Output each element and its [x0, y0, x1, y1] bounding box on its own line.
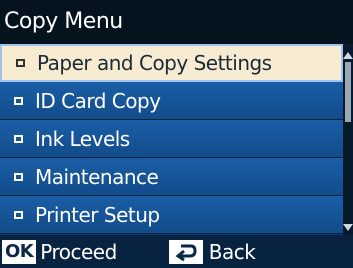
menu-item-label: Paper and Copy Settings: [37, 51, 272, 75]
bullet-icon: [14, 172, 23, 181]
menu-scrollbar[interactable]: [343, 44, 353, 235]
menu-item-label: ID Card Copy: [35, 88, 161, 113]
bullet-icon: [16, 59, 25, 67]
proceed-button[interactable]: OK Proceed: [0, 235, 117, 268]
scroll-down-icon: [343, 224, 353, 231]
menu-item-paper-and-copy-settings[interactable]: Paper and Copy Settings: [0, 44, 343, 82]
footer-bar: OK Proceed Back: [0, 235, 353, 268]
back-arrow-icon: [168, 239, 203, 264]
menu-item-maintenance[interactable]: Maintenance: [0, 158, 343, 196]
menu-item-ink-levels[interactable]: Ink Levels: [0, 120, 343, 158]
ok-badge: OK: [2, 239, 37, 264]
copy-menu-list: Paper and Copy Settings ID Card Copy Ink…: [0, 44, 343, 235]
menu-item-label: Printer Setup: [35, 202, 160, 227]
scroll-up-icon: [343, 52, 353, 59]
proceed-label: Proceed: [40, 239, 117, 264]
menu-item-label: Maintenance: [35, 164, 159, 189]
back-label: Back: [208, 239, 256, 264]
back-button[interactable]: Back: [168, 235, 256, 268]
bullet-icon: [14, 134, 23, 143]
menu-item-label: Ink Levels: [35, 126, 130, 151]
page-title: Copy Menu: [0, 0, 353, 44]
menu-item-printer-setup[interactable]: Printer Setup: [0, 196, 343, 234]
bullet-icon: [14, 210, 23, 219]
menu-item-id-card-copy[interactable]: ID Card Copy: [0, 82, 343, 120]
scroll-thumb[interactable]: [345, 62, 351, 122]
bullet-icon: [14, 96, 23, 105]
lcd-screen: Copy Menu Paper and Copy Settings ID Car…: [0, 0, 353, 268]
